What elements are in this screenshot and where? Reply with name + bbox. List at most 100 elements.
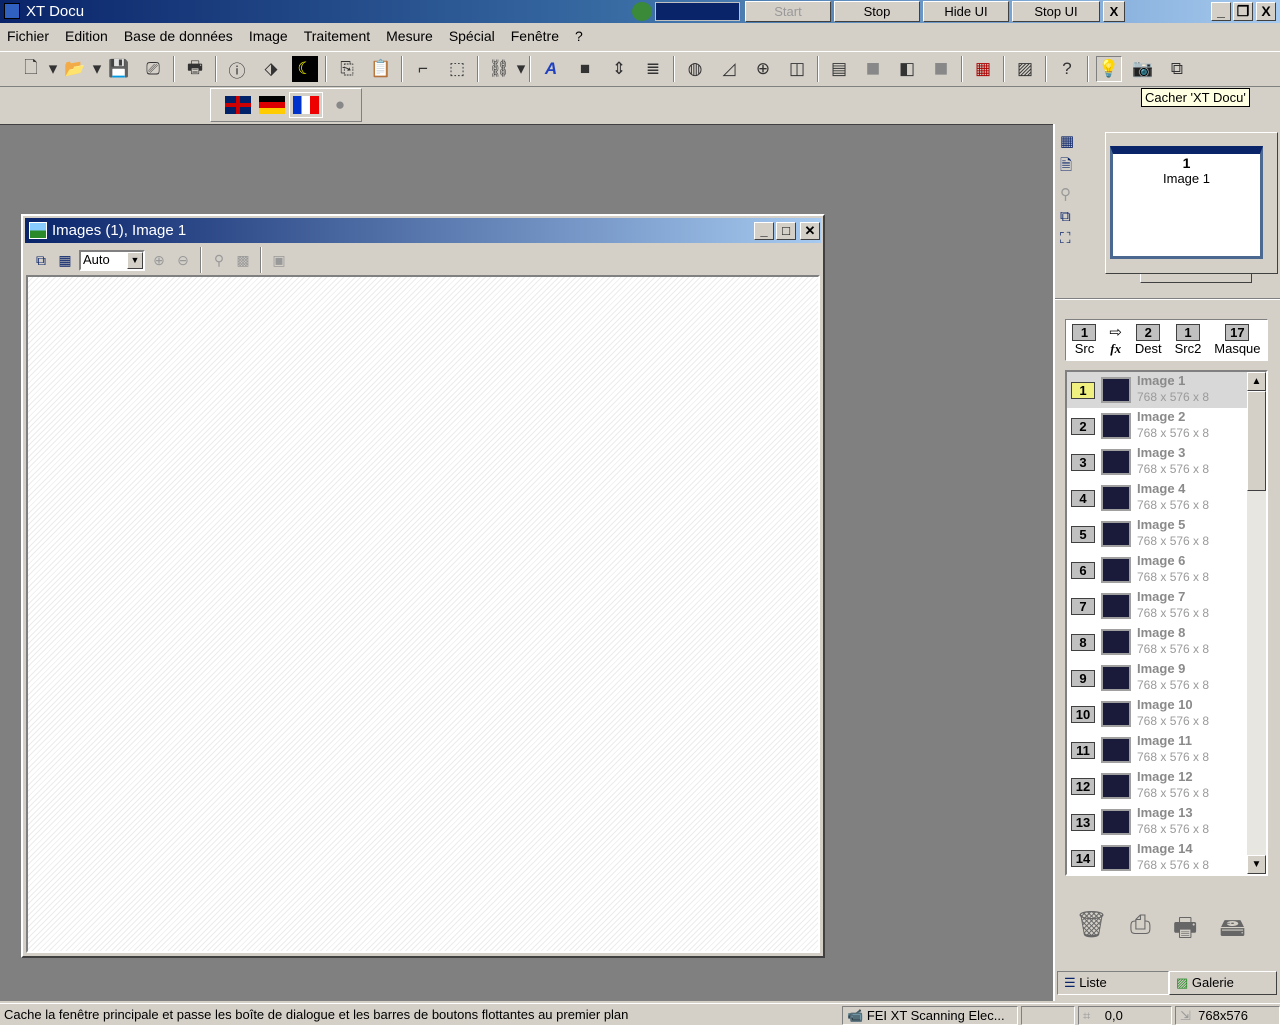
night-mode-icon[interactable]: ☾ (292, 56, 318, 82)
slot-fx[interactable]: ⇨ fx (1109, 320, 1122, 360)
image-canvas[interactable] (26, 275, 820, 953)
table-icon[interactable]: ▦ (55, 247, 75, 273)
menu-item-1[interactable]: Edition (65, 24, 116, 50)
dropdown-arrow-icon[interactable]: ▾ (92, 56, 102, 82)
zoom-fit-icon[interactable]: ⚲ (209, 247, 229, 273)
list-item[interactable]: 3 Image 3 768 x 576 x 8 (1067, 444, 1247, 480)
black-square-icon[interactable]: ■ (572, 56, 598, 82)
image-maximize-button[interactable]: □ (776, 222, 796, 240)
menu-item-3[interactable]: Image (249, 24, 296, 50)
landscape-icon[interactable]: ▨ (1012, 56, 1038, 82)
open-folder-icon[interactable]: 📂 (62, 56, 88, 82)
properties-icon[interactable]: 🗎 (1060, 155, 1074, 180)
rgb-icon[interactable]: ⊕ (750, 56, 776, 82)
list-item[interactable]: 10 Image 10 768 x 576 x 8 (1067, 696, 1247, 732)
list-item[interactable]: 13 Image 13 768 x 576 x 8 (1067, 804, 1247, 840)
paste-icon[interactable]: 📋 (368, 56, 394, 82)
trash-icon[interactable]: 🗑 (1075, 909, 1108, 953)
stop-ui-button[interactable]: Stop UI (1012, 1, 1100, 22)
crop-icon[interactable]: ⌐ (410, 56, 436, 82)
windows-icon[interactable]: ⧉ (1060, 208, 1074, 225)
grid-icon[interactable]: ▦ (970, 56, 996, 82)
scroll-down-button[interactable]: ▼ (1247, 855, 1266, 874)
list-item[interactable]: 14 Image 14 768 x 576 x 8 (1067, 840, 1247, 874)
menu-item-0[interactable]: Fichier (7, 24, 57, 50)
gray-square-icon[interactable]: ■ (928, 55, 954, 82)
zoom-select[interactable]: Auto ▼ (79, 249, 145, 271)
list-item[interactable]: 7 Image 7 768 x 576 x 8 (1067, 588, 1247, 624)
image-close-button[interactable]: ✕ (800, 222, 820, 240)
german-flag-icon[interactable] (259, 96, 285, 114)
slot-masque[interactable]: 17 Masque (1214, 320, 1261, 360)
search-icon[interactable]: ⚲ (1060, 185, 1074, 203)
menu-item-8[interactable]: ? (575, 24, 591, 50)
blend-icon[interactable]: ◍ (682, 56, 708, 82)
list-item[interactable]: 5 Image 5 768 x 576 x 8 (1067, 516, 1247, 552)
menu-item-4[interactable]: Traitement (304, 24, 378, 50)
image-list[interactable]: 1 Image 1 768 x 576 x 8 2 Image 2 768 x 576 x… (1065, 370, 1268, 876)
menu-item-2[interactable]: Base de données (124, 24, 241, 50)
neutral-icon[interactable]: ● (327, 92, 353, 118)
minimize-button[interactable]: _ (1211, 2, 1231, 21)
stack-icon[interactable]: ≣ (640, 56, 666, 82)
copy-icon[interactable]: ⎘ (334, 56, 360, 82)
vertical-scrollbar[interactable]: ▲ ▼ (1247, 372, 1266, 874)
slot-src[interactable]: 1 Src (1072, 320, 1097, 360)
stop-button[interactable]: Stop (834, 1, 920, 22)
list-item[interactable]: 9 Image 9 768 x 576 x 8 (1067, 660, 1247, 696)
scroll-thumb[interactable] (1247, 391, 1266, 491)
french-flag-icon[interactable] (289, 92, 323, 118)
menu-item-7[interactable]: Fenêtre (511, 24, 567, 50)
camera-icon[interactable]: 📷 (1130, 56, 1156, 82)
fullscreen-icon[interactable]: ▣ (269, 247, 289, 273)
network-icon[interactable]: ⛓ (486, 56, 512, 82)
windows-icon[interactable]: ⧉ (31, 247, 51, 273)
compare-icon[interactable]: ◧ (894, 56, 920, 82)
image-minimize-button[interactable]: _ (754, 222, 774, 240)
new-document-icon[interactable]: 🗋 (18, 56, 44, 82)
start-button[interactable]: Start (745, 1, 831, 22)
menu-item-6[interactable]: Spécial (449, 24, 503, 50)
tab-list[interactable]: ☰ Liste (1057, 971, 1169, 995)
preview-screen[interactable]: 1 Image 1 (1110, 146, 1263, 259)
restore-button[interactable]: ❐ (1233, 2, 1253, 21)
dropdown-arrow-icon[interactable]: ▾ (516, 56, 526, 82)
help-pointer-icon[interactable]: ? (1054, 56, 1080, 82)
image-adjust-icon[interactable]: ▩ (233, 247, 253, 273)
list-item[interactable]: 12 Image 12 768 x 576 x 8 (1067, 768, 1247, 804)
table-icon[interactable]: ▦ (1060, 132, 1074, 150)
print-icon[interactable]: 🖶 (1173, 909, 1198, 953)
export-icon[interactable]: ⎙ (1130, 909, 1151, 953)
dropdown-arrow-icon[interactable]: ▾ (48, 56, 58, 82)
gray-square-icon[interactable]: ■ (860, 55, 886, 82)
drive-icon[interactable]: 🖴 (1219, 909, 1245, 953)
list-item[interactable]: 2 Image 2 768 x 576 x 8 (1067, 408, 1247, 444)
list-item[interactable]: 4 Image 4 768 x 576 x 8 (1067, 480, 1247, 516)
move-vertical-icon[interactable]: ⇕ (606, 56, 632, 82)
zoom-in-icon[interactable]: ⊕ (149, 247, 169, 273)
chevron-down-icon[interactable]: ▼ (127, 251, 143, 269)
image-search-icon[interactable]: ⛶ (1060, 230, 1074, 247)
list-item[interactable]: 6 Image 6 768 x 576 x 8 (1067, 552, 1247, 588)
calculator-icon[interactable]: ▤ (826, 56, 852, 82)
chart-icon[interactable]: ◿ (716, 56, 742, 82)
english-flag-icon[interactable] (225, 96, 251, 114)
slot-dest[interactable]: 2 Dest (1135, 320, 1162, 360)
tab-gallery[interactable]: ▨ Galerie (1169, 971, 1277, 995)
menu-item-5[interactable]: Mesure (386, 24, 441, 50)
lightbulb-icon[interactable]: 💡 (1096, 56, 1122, 82)
close-ui-button[interactable]: X (1103, 1, 1125, 22)
windows-icon[interactable]: ⧉ (1164, 56, 1190, 82)
list-item[interactable]: 11 Image 11 768 x 576 x 8 (1067, 732, 1247, 768)
print-icon[interactable]: 🖶 (182, 56, 208, 82)
slot-src2[interactable]: 1 Src2 (1175, 320, 1201, 360)
list-item[interactable]: 8 Image 8 768 x 576 x 8 (1067, 624, 1247, 660)
list-item[interactable]: 1 Image 1 768 x 576 x 8 (1067, 372, 1247, 408)
annotate-icon[interactable]: A (538, 56, 564, 82)
info-icon[interactable]: ⓘ (224, 56, 250, 82)
tag-icon[interactable]: ⬗ (258, 56, 284, 82)
scanner-icon[interactable]: ⎚ (140, 56, 166, 82)
zoom-out-icon[interactable]: ⊖ (173, 247, 193, 273)
save-icon[interactable]: 💾 (106, 56, 132, 82)
split-icon[interactable]: ◫ (784, 56, 810, 82)
